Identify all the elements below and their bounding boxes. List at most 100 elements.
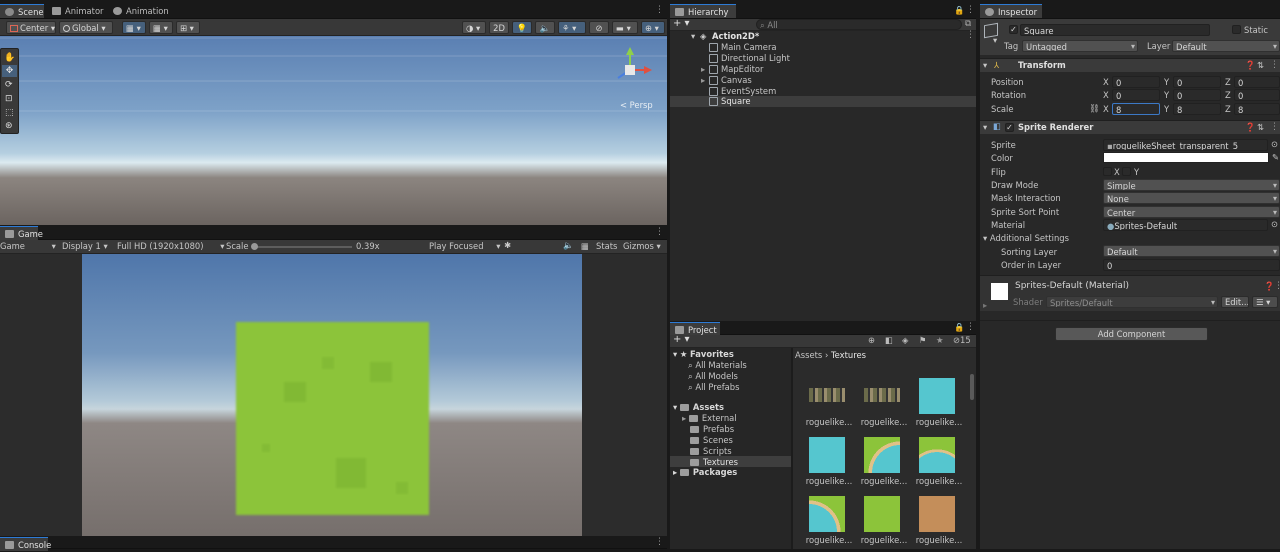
lock-icon[interactable]: 🔒 [954, 5, 964, 16]
constrain-proportions-icon[interactable]: ⛓ [1089, 103, 1100, 114]
scale-slider-handle[interactable] [251, 243, 258, 250]
object-picker-icon[interactable]: ⊙ [1271, 219, 1278, 229]
scrollbar-thumb[interactable] [970, 374, 974, 400]
scene-orientation-gizmo[interactable] [606, 43, 656, 99]
fav-item-all-materials[interactable]: ⌕ All Materials [688, 360, 747, 371]
breadcrumb-assets[interactable]: Assets [795, 350, 822, 360]
tab-inspector[interactable]: Inspector [980, 4, 1042, 18]
folder-scenes[interactable]: Scenes [690, 435, 733, 445]
asset-thumbnail[interactable]: roguelike... [858, 372, 910, 427]
hidden-objects-button[interactable]: ⊘ [589, 21, 609, 34]
filter-icon[interactable]: ⚑ [919, 335, 927, 345]
pivot-mode-dropdown[interactable]: Center ▾ [6, 21, 56, 34]
material-fold-arrow[interactable]: ▸ [983, 300, 987, 310]
fold-arrow[interactable]: ▾ [983, 60, 987, 70]
static-checkbox[interactable] [1232, 25, 1241, 34]
favorites-header[interactable]: ▾ ★ Favorites [673, 349, 734, 359]
pivot-rotation-dropdown[interactable]: Global ▾ [59, 21, 113, 34]
asset-thumbnail[interactable]: roguelike... [803, 431, 855, 486]
tab-hierarchy[interactable]: Hierarchy [670, 4, 736, 18]
folder-prefabs[interactable]: Prefabs [690, 424, 734, 434]
layer-dropdown[interactable]: Default [1172, 40, 1280, 52]
mute-audio-icon[interactable]: 🔈 [563, 240, 573, 251]
favorite-star-icon[interactable]: ★ [936, 335, 944, 345]
2d-toggle-button[interactable]: 2D [489, 21, 509, 34]
asset-thumbnail[interactable]: roguelike... [913, 490, 965, 545]
assets-header[interactable]: ▾ Assets [673, 402, 724, 412]
scale-tool-icon[interactable]: ⊡ [5, 94, 13, 104]
object-name-field[interactable]: Square [1020, 24, 1210, 36]
shader-menu-button[interactable]: ☰ ▾ [1252, 296, 1278, 308]
content-scrollbar[interactable] [969, 362, 975, 549]
asset-thumbnail[interactable]: roguelike... [913, 372, 965, 427]
order-in-layer-field[interactable]: 0 [1103, 259, 1280, 271]
camera-settings-button[interactable]: ▬ ▾ [612, 21, 638, 34]
additional-settings-foldout[interactable]: ▾ Additional Settings [983, 233, 1069, 243]
fold-arrow[interactable]: ▾ [983, 122, 987, 132]
display-dropdown[interactable]: Display 1 ▾ [62, 241, 108, 251]
color-swatch[interactable] [1103, 152, 1269, 163]
breadcrumb-textures[interactable]: Textures [831, 350, 866, 360]
help-icon[interactable]: ❓ [1264, 281, 1274, 292]
fav-item-all-prefabs[interactable]: ⌕ All Prefabs [688, 382, 739, 393]
rotation-z-field[interactable]: 0 [1234, 89, 1280, 101]
resolution-dropdown[interactable]: Full HD (1920x1080) ▾ [117, 241, 224, 251]
flip-x-checkbox[interactable] [1103, 167, 1112, 176]
scale-slider[interactable] [252, 246, 352, 248]
console-menu-icon[interactable]: ⋮ [655, 537, 664, 547]
scene-viewport[interactable]: ✋ ✥ ⟳ ⊡ ⬚ ⊛ < Persp [0, 36, 667, 225]
rect-tool-icon[interactable]: ⬚ [5, 108, 14, 118]
component-menu-icon[interactable]: ⋮ [1270, 60, 1279, 70]
hierarchy-item-mapeditor[interactable]: ▸ MapEditor [670, 64, 976, 75]
draw-mode-dropdown[interactable]: Simple [1103, 179, 1280, 191]
sorting-layer-dropdown[interactable]: Default [1103, 245, 1280, 257]
preset-icon[interactable]: ⇅ [1257, 122, 1264, 132]
add-object-button[interactable]: + ▾ [673, 18, 690, 29]
eyedropper-icon[interactable]: ✎ [1272, 152, 1279, 162]
project-menu-icon[interactable]: ⋮ [966, 322, 975, 332]
material-preview-swatch[interactable] [991, 283, 1008, 300]
lighting-toggle-button[interactable]: 💡 [512, 21, 532, 34]
hierarchy-menu-icon[interactable]: ⋮ [966, 5, 975, 15]
move-tool-icon[interactable]: ✥ [2, 65, 17, 77]
tag-filter-icon[interactable]: ◈ [902, 335, 908, 345]
asset-thumbnail[interactable]: roguelike... [803, 490, 855, 545]
help-icon[interactable]: ❓ [1245, 122, 1255, 133]
position-x-field[interactable]: 0 [1112, 76, 1160, 88]
active-checkbox[interactable]: ✓ [1009, 25, 1018, 34]
tab-scene[interactable]: Scene [0, 4, 44, 18]
tab-animator[interactable]: Animator [47, 4, 110, 18]
asset-thumbnail[interactable]: roguelike... [858, 431, 910, 486]
stats-button[interactable]: Stats [596, 241, 617, 251]
shading-mode-button[interactable]: ◑ ▾ [462, 21, 486, 34]
create-asset-button[interactable]: + ▾ [673, 334, 690, 345]
gizmos-button[interactable]: ⊕ ▾ [641, 21, 665, 34]
scene-expand-arrow[interactable]: ▾ [691, 31, 695, 41]
material-menu-icon[interactable]: ⋮ [1274, 281, 1280, 291]
shader-dropdown[interactable]: Sprites/Default [1046, 296, 1218, 308]
folder-textures[interactable]: Textures [690, 457, 738, 467]
play-focused-dropdown[interactable]: Play Focused ▾ [429, 241, 500, 251]
game-mode-dropdown[interactable]: Game ▾ [0, 241, 56, 251]
material-object-field[interactable]: ●Sprites-Default [1103, 219, 1268, 231]
transform-header[interactable]: ▾ ⅄ Transform ❓ ⇅ ⋮ [980, 58, 1280, 72]
transform-tool-icon[interactable]: ⊛ [5, 121, 13, 131]
asset-thumbnail[interactable]: roguelike... [858, 490, 910, 545]
grid-visibility-button[interactable]: ▦ ▾ [149, 21, 173, 34]
expand-arrow-icon[interactable]: ▸ [701, 64, 705, 74]
persp-label[interactable]: < Persp [620, 100, 653, 110]
scale-x-field[interactable]: 8 [1112, 103, 1160, 115]
component-menu-icon[interactable]: ⋮ [1270, 122, 1279, 132]
hierarchy-search-input[interactable]: ⌕ All [756, 19, 962, 30]
sprite-object-field[interactable]: ▪roguelikeSheet_transparent_5 [1103, 139, 1268, 151]
rotation-y-field[interactable]: 0 [1173, 89, 1221, 101]
gizmos-dropdown[interactable]: Gizmos ▾ [623, 241, 661, 251]
preset-icon[interactable]: ⇅ [1257, 60, 1264, 70]
effects-toggle-button[interactable]: ⚘ ▾ [558, 21, 586, 34]
scale-z-field[interactable]: 8 [1234, 103, 1280, 115]
icon-picker-arrow[interactable]: ▾ [993, 35, 997, 45]
shader-edit-button[interactable]: Edit... [1221, 296, 1249, 308]
scene-row-menu-icon[interactable]: ⋮ [966, 30, 975, 40]
scene-root-row[interactable]: ▾ ◈ Action2D* ⋮ [670, 30, 976, 42]
position-y-field[interactable]: 0 [1173, 76, 1221, 88]
